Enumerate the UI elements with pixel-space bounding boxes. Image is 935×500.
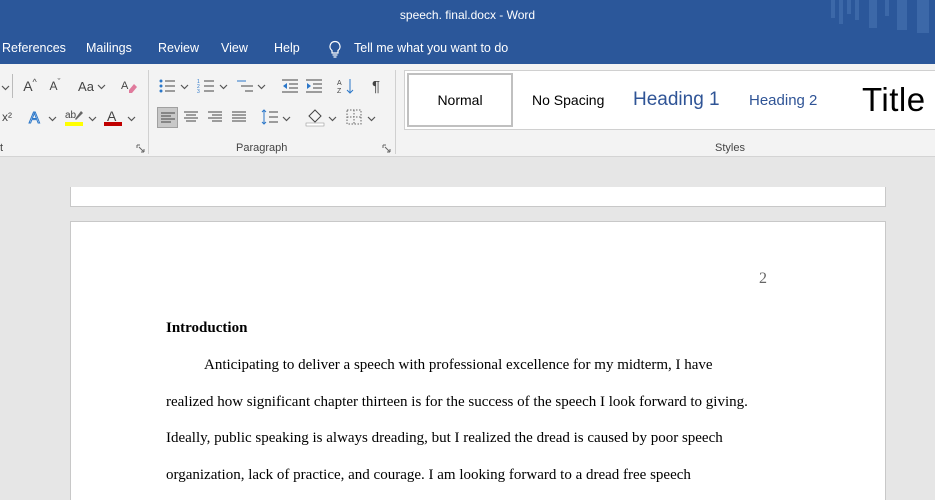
align-left-button[interactable] — [157, 107, 178, 128]
style-title[interactable]: Title — [862, 71, 926, 129]
styles-gallery: Normal No Spacing Heading 1 Heading 2 Ti… — [404, 70, 935, 130]
tab-review[interactable]: Review — [158, 41, 199, 55]
window-title: speech. final.docx - Word — [399, 8, 536, 22]
decrease-indent-button[interactable] — [280, 76, 300, 96]
align-right-icon — [208, 111, 222, 122]
shrink-font-glyph: A — [49, 79, 58, 93]
document-page[interactable]: 2 Introduction Anticipating to deliver a… — [70, 221, 886, 500]
line-spacing-button[interactable] — [260, 107, 280, 127]
borders-dropdown-icon[interactable] — [367, 114, 376, 123]
align-left-icon — [160, 112, 175, 122]
tab-view[interactable]: View — [221, 41, 248, 55]
align-center-icon — [184, 111, 198, 122]
bullet-list-icon — [159, 79, 175, 93]
font-color-button[interactable]: A — [103, 107, 123, 127]
align-center-button[interactable] — [181, 107, 201, 127]
align-right-button[interactable] — [205, 107, 225, 127]
bullets-button[interactable] — [157, 76, 177, 96]
style-normal[interactable]: Normal — [407, 73, 513, 127]
show-formatting-button[interactable]: ¶ — [366, 76, 386, 96]
line-spacing-dropdown-icon[interactable] — [282, 114, 291, 123]
eraser-icon: A — [121, 80, 137, 93]
clear-formatting-button[interactable]: A — [119, 76, 139, 96]
tab-mailings[interactable]: Mailings — [86, 41, 132, 55]
decrease-indent-icon — [282, 79, 298, 93]
shading-button[interactable] — [305, 107, 325, 127]
styles-group-label: Styles — [715, 142, 745, 154]
highlight-color-button[interactable]: ab — [64, 107, 84, 127]
font-group-label: t — [0, 142, 4, 154]
document-canvas[interactable]: 2 Introduction Anticipating to deliver a… — [0, 157, 935, 500]
paragraph-group-label: Paragraph — [236, 142, 288, 154]
text-effects-icon: A — [29, 110, 41, 127]
text-effects-button[interactable]: A — [26, 107, 46, 127]
highlight-dropdown-icon[interactable] — [88, 114, 97, 123]
body-text-line: Anticipating to deliver a speech with pr… — [204, 357, 713, 373]
font-size-dropdown-icon[interactable] — [1, 83, 10, 92]
style-no-spacing[interactable]: No Spacing — [532, 71, 604, 129]
sort-button[interactable]: A Z — [336, 76, 356, 96]
body-text-line: Ideally, public speaking is always dread… — [166, 430, 723, 446]
caret-down-icon: ˇ — [57, 77, 61, 87]
group-separator — [148, 70, 149, 154]
title-bar: speech. final.docx - Word — [0, 0, 935, 33]
previous-page-bottom[interactable] — [70, 187, 886, 207]
multilevel-list-button[interactable] — [235, 76, 255, 96]
change-case-button[interactable]: Aa — [74, 76, 98, 96]
bullets-dropdown-icon[interactable] — [180, 82, 189, 91]
tab-references[interactable]: References — [2, 41, 66, 55]
paint-bucket-icon — [305, 109, 325, 127]
grow-font-button[interactable]: A ^ — [20, 76, 40, 96]
grow-font-glyph: A — [23, 78, 33, 94]
ribbon-tab-bar: References Mailings Review View Help Tel… — [0, 33, 935, 64]
body-text-line: realized how significant chapter thirtee… — [166, 394, 748, 410]
numbering-dropdown-icon[interactable] — [219, 82, 228, 91]
pilcrow-icon: ¶ — [371, 77, 381, 95]
svg-text:A: A — [107, 108, 117, 124]
numbered-list-icon: 1 2 3 — [197, 79, 214, 95]
ribbon: A ^ Aˇ Aa A x² A ab A t 1 2 3 A Z ¶ Para… — [0, 64, 935, 157]
group-separator — [395, 70, 396, 154]
font-color-icon: A — [104, 108, 122, 126]
page-number: 2 — [759, 270, 767, 287]
superscript-glyph: x² — [2, 110, 12, 124]
svg-text:A: A — [121, 80, 129, 92]
highlighter-icon: ab — [65, 110, 83, 126]
svg-text:ab: ab — [65, 110, 77, 121]
numbering-button[interactable]: 1 2 3 — [196, 76, 216, 96]
paragraph-dialog-launcher-icon[interactable] — [382, 144, 391, 153]
multilevel-list-icon — [237, 80, 253, 92]
tab-help[interactable]: Help — [274, 41, 300, 55]
change-case-dropdown-icon[interactable] — [97, 82, 106, 91]
svg-text:A: A — [29, 110, 40, 126]
justify-icon — [232, 111, 246, 122]
title-bar-decoration-icon — [831, 0, 929, 33]
style-heading-2[interactable]: Heading 2 — [749, 71, 817, 129]
increase-indent-button[interactable] — [304, 76, 324, 96]
line-spacing-icon — [261, 109, 278, 125]
lightbulb-icon[interactable] — [327, 40, 343, 58]
section-heading: Introduction — [166, 320, 248, 336]
font-color-dropdown-icon[interactable] — [127, 114, 136, 123]
sort-icon: A Z — [337, 79, 354, 95]
body-text-line: organization, lack of practice, and cour… — [166, 467, 691, 483]
style-heading-1[interactable]: Heading 1 — [633, 71, 720, 129]
caret-up-icon: ^ — [32, 77, 37, 87]
increase-indent-icon — [306, 79, 322, 93]
text-effects-dropdown-icon[interactable] — [48, 114, 57, 123]
font-dialog-launcher-icon[interactable] — [136, 144, 145, 153]
svg-text:A: A — [337, 80, 342, 87]
shrink-font-button[interactable]: Aˇ — [45, 76, 65, 96]
borders-icon — [346, 109, 362, 125]
svg-text:3: 3 — [197, 89, 200, 95]
borders-button[interactable] — [344, 107, 364, 127]
superscript-button[interactable]: x² — [0, 107, 14, 127]
tell-me-search[interactable]: Tell me what you want to do — [354, 41, 508, 55]
svg-text:Z: Z — [337, 88, 342, 95]
justify-button[interactable] — [229, 107, 249, 127]
shading-dropdown-icon[interactable] — [328, 114, 337, 123]
multilevel-dropdown-icon[interactable] — [257, 82, 266, 91]
change-case-glyph: Aa — [78, 78, 94, 94]
